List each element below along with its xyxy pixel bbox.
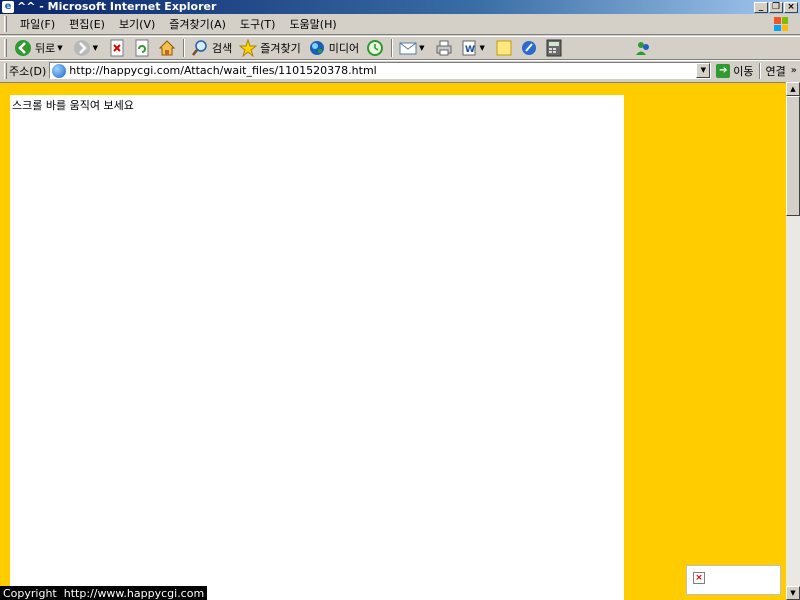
home-button[interactable]: [155, 37, 179, 59]
address-dropdown-icon[interactable]: ▼: [696, 63, 711, 78]
address-bar: 주소(D) ▼ ➔ 이동 연결 »: [0, 60, 800, 80]
toolbar-separator: [391, 39, 394, 57]
note-icon: [495, 39, 513, 57]
svg-text:W: W: [465, 45, 475, 55]
research-icon: [520, 39, 538, 57]
stop-button[interactable]: [105, 37, 129, 59]
history-button[interactable]: [363, 37, 387, 59]
calculator-icon: [545, 39, 563, 57]
address-grip[interactable]: [4, 62, 7, 79]
links-separator: [758, 62, 761, 79]
copyright-footer: Copyright http://www.happycgi.com: [0, 586, 208, 600]
go-button[interactable]: ➔ 이동: [716, 63, 754, 79]
edit-button[interactable]: W ▼: [457, 37, 491, 59]
menu-bar: 파일(F) 편집(E) 보기(V) 즐겨찾기(A) 도구(T) 도움말(H): [0, 14, 800, 35]
address-field[interactable]: ▼: [49, 62, 712, 79]
media-icon: [308, 39, 326, 57]
title-bar: e ^^ - Microsoft Internet Explorer _ ❐ ×: [0, 0, 800, 14]
calculator-button[interactable]: [542, 37, 566, 59]
media-label: 미디어: [328, 42, 360, 55]
stop-icon: [108, 39, 126, 57]
search-icon: [191, 39, 209, 57]
window-title: ^^ - Microsoft Internet Explorer: [17, 0, 217, 13]
go-label: 이동: [733, 64, 754, 78]
page-message: 스크롤 바를 움직여 보세요: [12, 99, 134, 112]
minimize-button[interactable]: _: [754, 1, 768, 13]
page-icon: [52, 63, 67, 78]
broken-image-icon: ×: [693, 572, 705, 584]
print-icon: [435, 39, 453, 57]
scroll-down-icon[interactable]: ▼: [786, 586, 800, 600]
restore-button[interactable]: ❐: [769, 1, 783, 13]
print-button[interactable]: [432, 37, 456, 59]
close-button[interactable]: ×: [784, 1, 798, 13]
menu-tools[interactable]: 도구(T): [233, 16, 283, 32]
toolbar-grip[interactable]: [4, 39, 7, 57]
window-controls: _ ❐ ×: [754, 1, 798, 13]
links-button[interactable]: 연결: [766, 63, 786, 79]
menu-view[interactable]: 보기(V): [112, 16, 162, 32]
favorites-button[interactable]: 즐겨찾기: [236, 37, 303, 59]
media-button[interactable]: 미디어: [305, 37, 362, 59]
search-button[interactable]: 검색: [188, 37, 235, 59]
go-arrow-icon: ➔: [716, 63, 731, 78]
mail-icon: [399, 39, 417, 57]
menu-edit[interactable]: 편집(E): [62, 16, 112, 32]
messenger-button[interactable]: [631, 37, 655, 59]
research-button[interactable]: [517, 37, 541, 59]
forward-dropdown-icon[interactable]: ▼: [93, 44, 98, 52]
menu-file[interactable]: 파일(F): [13, 16, 62, 32]
search-label: 검색: [212, 42, 233, 55]
mail-button[interactable]: ▼: [396, 37, 430, 59]
back-arrow-icon: [14, 39, 32, 57]
menu-grip[interactable]: [4, 16, 7, 32]
scroll-up-icon[interactable]: ▲: [786, 82, 800, 96]
vertical-scrollbar[interactable]: ▲ ▼: [786, 82, 800, 600]
chevron-right-icon[interactable]: »: [791, 65, 797, 76]
url-input[interactable]: [69, 63, 697, 78]
scrollbar-thumb[interactable]: [786, 96, 800, 216]
page-viewport: 스크롤 바를 움직여 보세요 × Copyright http://www.ha…: [0, 82, 786, 600]
favorites-label: 즐겨찾기: [260, 42, 301, 55]
home-icon: [158, 39, 176, 57]
refresh-icon: [133, 39, 151, 57]
edit-dropdown-icon[interactable]: ▼: [480, 44, 485, 52]
floating-banner[interactable]: ×: [686, 565, 781, 595]
discuss-button[interactable]: [492, 37, 516, 59]
word-icon: W: [460, 39, 478, 57]
menu-favorites[interactable]: 즐겨찾기(A): [162, 16, 233, 32]
address-label: 주소(D): [9, 64, 47, 78]
toolbar-separator: [183, 39, 186, 57]
messenger-icon: [634, 39, 652, 57]
windows-logo-icon: [770, 15, 792, 33]
standard-toolbar: 뒤로 ▼ ▼ 검색 즐겨찾기 미디어 ▼ W ▼: [0, 36, 800, 60]
refresh-button[interactable]: [130, 37, 154, 59]
mail-dropdown-icon[interactable]: ▼: [419, 44, 424, 52]
ie-icon: e: [2, 1, 14, 13]
menu-help[interactable]: 도움말(H): [282, 16, 343, 32]
content-panel: 스크롤 바를 움직여 보세요: [10, 95, 624, 600]
back-dropdown-icon[interactable]: ▼: [57, 44, 62, 52]
forward-arrow-icon: [73, 39, 91, 57]
forward-button[interactable]: ▼: [70, 37, 104, 59]
back-label: 뒤로: [35, 42, 56, 55]
history-icon: [366, 39, 384, 57]
star-icon: [239, 39, 258, 57]
back-button[interactable]: 뒤로 ▼: [11, 37, 69, 59]
